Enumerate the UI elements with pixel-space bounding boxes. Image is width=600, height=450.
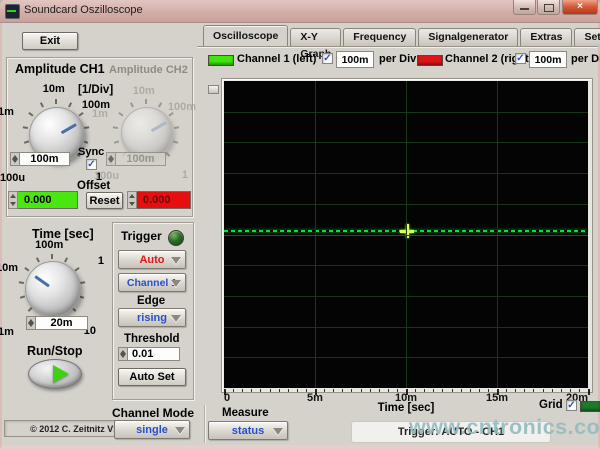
exit-button[interactable]: Exit — [22, 32, 78, 50]
trigger-channel-dropdown[interactable]: Channel 1 — [118, 273, 186, 292]
measure-label: Measure — [222, 407, 269, 419]
amplitude-ch1-label: Amplitude CH1 — [15, 62, 105, 76]
channel2-scale-dropdown[interactable]: 100m — [529, 51, 567, 68]
channel1-per-div-label: per Div — [379, 53, 416, 65]
dropdown-arrow-icon — [273, 428, 283, 435]
knob-scale-label: 10m — [0, 262, 18, 274]
tab-frequency[interactable]: Frequency — [343, 28, 416, 46]
run-stop-label: Run/Stop — [27, 344, 83, 358]
sync-label: Sync — [78, 146, 104, 158]
x-tick-label: 15m — [486, 392, 508, 404]
knob-pointer — [151, 121, 167, 132]
offset-ch1[interactable]: 0.000 — [8, 191, 78, 209]
offset-ch1-value: 0.000 — [18, 191, 78, 209]
minimize-icon[interactable] — [513, 0, 536, 15]
knob-dial[interactable] — [25, 261, 81, 317]
x-axis-title: Time [sec] — [326, 402, 486, 414]
play-icon — [53, 365, 69, 383]
app-icon — [5, 4, 20, 19]
x-tick-label: 5m — [307, 392, 323, 404]
dropdown-arrow-icon — [171, 280, 181, 287]
channel1-checkbox[interactable]: ✓ — [322, 53, 333, 64]
knob-scale-label: 1m — [0, 326, 14, 338]
knob-scale-label: 1m — [0, 106, 14, 118]
edge-label: Edge — [137, 295, 165, 307]
dropdown-arrow-icon — [175, 427, 185, 434]
tab-oscilloscope[interactable]: Oscilloscope — [203, 25, 288, 46]
bottom-divider — [204, 405, 205, 443]
channel2-color-swatch[interactable] — [417, 55, 443, 66]
trigger-label: Trigger — [121, 229, 162, 243]
crosshair-icon[interactable] — [400, 224, 414, 238]
knob-pointer — [34, 276, 49, 288]
channel1-scale-dropdown[interactable]: 100m — [336, 51, 374, 68]
plot-area[interactable] — [224, 81, 588, 388]
run-stop-button[interactable] — [28, 359, 82, 389]
tab-divider — [197, 46, 598, 48]
title-bar[interactable]: Soundcard Oszilloscope × — [0, 0, 600, 23]
spinner-arrows-icon[interactable] — [10, 152, 20, 166]
dropdown-arrow-icon — [171, 257, 181, 264]
offset-label: Offset — [77, 180, 110, 192]
grid-color-swatch[interactable] — [580, 401, 600, 412]
channel2-checkbox[interactable]: ✓ — [515, 53, 526, 64]
channel1-color-swatch[interactable] — [208, 55, 234, 66]
trigger-mode-dropdown[interactable]: Auto — [118, 250, 186, 269]
spinner-arrows-icon[interactable] — [8, 191, 18, 209]
tab-bar: Oscilloscope X-Y Graph Frequency Signalg… — [203, 27, 600, 46]
auto-set-button[interactable]: Auto Set — [118, 368, 186, 386]
threshold-value[interactable]: 0.01 — [118, 347, 180, 361]
plot-scroll-marker[interactable] — [208, 85, 219, 94]
channel-mode-label: Channel Mode — [112, 406, 194, 420]
measure-dropdown[interactable]: status — [208, 421, 288, 440]
spinner-arrows-icon[interactable] — [127, 191, 137, 209]
offset-reset-button[interactable]: Reset — [86, 192, 123, 209]
amplitude-ch1-value[interactable]: 100m — [10, 152, 70, 166]
channel2-per-div-label: per Div — [571, 53, 600, 65]
tab-settings[interactable]: Settings — [574, 28, 600, 46]
close-icon[interactable]: × — [562, 0, 598, 15]
dropdown-arrow-icon — [171, 315, 181, 322]
spinner-arrows-icon[interactable] — [106, 152, 116, 166]
spinner-arrows-icon[interactable] — [118, 347, 128, 361]
grid-checkbox[interactable]: ✓ — [566, 400, 577, 411]
app-window: Soundcard Oszilloscope × Exit Amplitude … — [0, 0, 600, 450]
knob-scale-label: 100u — [0, 172, 25, 184]
time-value[interactable]: 20m — [26, 316, 88, 330]
amplitude-ch2-value[interactable]: 100m — [106, 152, 166, 166]
spinner-arrows-icon[interactable] — [26, 316, 36, 330]
knob-scale-label: 1m — [92, 108, 108, 120]
threshold-label: Threshold — [124, 333, 180, 345]
knob-scale-label: 100m — [35, 239, 63, 251]
tab-extras[interactable]: Extras — [520, 28, 572, 46]
knob-scale-label: 1 — [182, 169, 188, 181]
tab-signalgenerator[interactable]: Signalgenerator — [418, 28, 518, 46]
amplitude-ch2-label: Amplitude CH2 — [109, 64, 188, 76]
offset-ch2-value: 0.000 — [137, 191, 191, 209]
grid-label: Grid — [539, 399, 563, 411]
tab-xy-graph[interactable]: X-Y Graph — [290, 28, 341, 46]
sync-checkbox[interactable]: ✓ — [86, 159, 97, 170]
channel-mode-dropdown[interactable]: single — [114, 420, 190, 439]
x-tick-label: 0 — [224, 392, 230, 404]
edge-dropdown[interactable]: rising — [118, 308, 186, 327]
offset-ch2[interactable]: 0.000 — [127, 191, 191, 209]
maximize-icon[interactable] — [537, 0, 560, 15]
window-title: Soundcard Oszilloscope — [24, 4, 143, 16]
trigger-led-icon — [168, 230, 184, 246]
knob-pointer — [61, 123, 77, 134]
knob-scale-label: 1 — [98, 255, 104, 267]
knob-scale-label: 10m — [133, 85, 155, 97]
knob-scale-label: 10m — [43, 83, 65, 95]
channel1-label: Channel 1 (left) — [237, 53, 316, 65]
watermark: www.cntronics.com — [409, 415, 600, 440]
